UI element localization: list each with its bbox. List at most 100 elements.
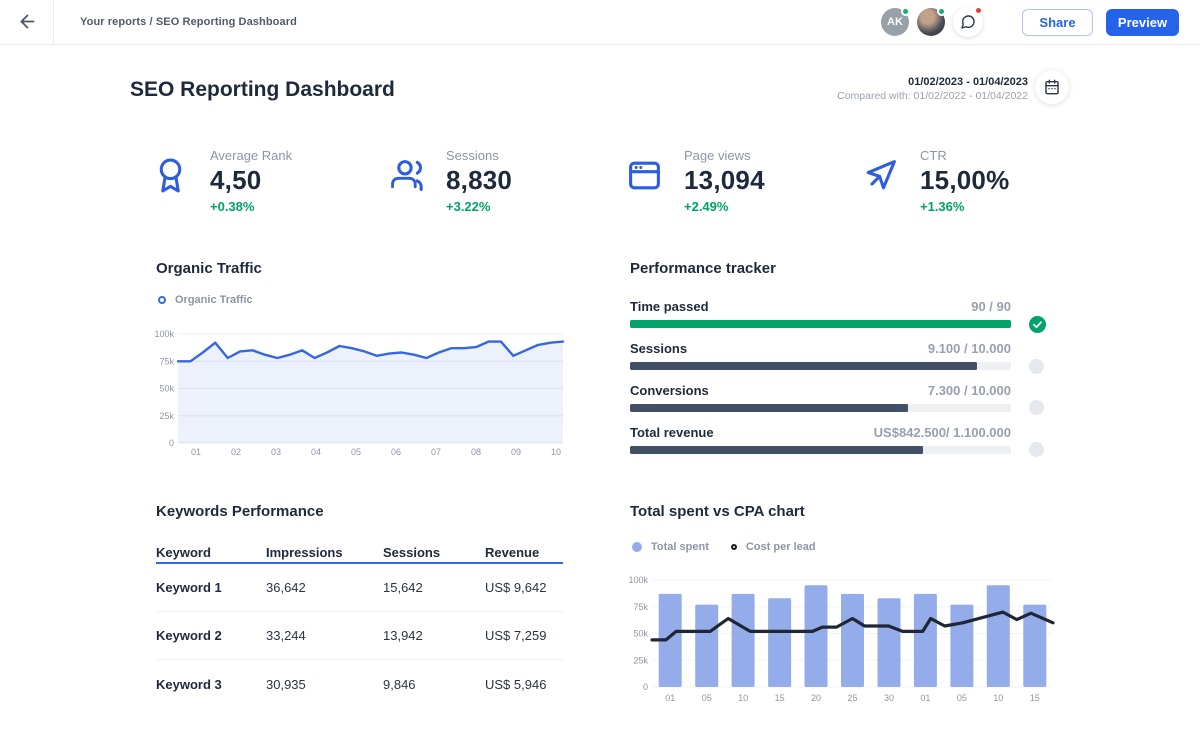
- cell-sessions: 9,846: [383, 677, 485, 692]
- tracker-row: Total revenue US$842.500/ 1.100.000: [630, 425, 1011, 461]
- svg-text:0: 0: [169, 438, 174, 448]
- preview-button[interactable]: Preview: [1106, 9, 1179, 36]
- cursor-icon: [862, 157, 899, 214]
- status-pending-icon: [1029, 358, 1046, 375]
- progress-track: [630, 320, 1011, 328]
- kpi-label: Page views: [684, 148, 765, 163]
- svg-text:02: 02: [231, 447, 241, 457]
- date-compared-with: Compared with: 01/02/2022 - 01/04/2022: [837, 90, 1028, 102]
- calendar-button[interactable]: [1035, 70, 1069, 104]
- kpi-label: CTR: [920, 148, 1009, 163]
- avatar-ak[interactable]: AK: [881, 8, 909, 36]
- page-title: SEO Reporting Dashboard: [130, 78, 395, 102]
- section-title: Keywords Performance: [156, 503, 324, 520]
- column-header[interactable]: Sessions: [383, 545, 485, 560]
- progress-fill: [630, 446, 923, 454]
- svg-text:01: 01: [920, 693, 930, 703]
- kpi-page-views: Page views 13,094 +2.49%: [626, 148, 765, 214]
- tracker-row: Time passed 90 / 90: [630, 299, 1011, 335]
- tracker-row: Conversions 7.300 / 10.000: [630, 383, 1011, 419]
- kpi-delta: +0.38%: [210, 199, 292, 214]
- comments-button[interactable]: [953, 7, 983, 37]
- legend-label: Cost per lead: [746, 541, 816, 553]
- total-spent-vs-cpa-section: Total spent vs CPA chart Total spent Cos…: [630, 497, 1062, 747]
- topbar: Your reports / SEO Reporting Dashboard A…: [0, 0, 1200, 45]
- tracker-label: Time passed: [630, 299, 709, 314]
- svg-text:25k: 25k: [159, 411, 174, 421]
- keywords-table: Keyword Impressions Sessions Revenue Key…: [156, 545, 563, 708]
- svg-text:25k: 25k: [633, 655, 648, 665]
- topbar-divider: [53, 0, 54, 44]
- share-button[interactable]: Share: [1022, 9, 1093, 36]
- svg-text:50k: 50k: [159, 384, 174, 394]
- cell-revenue: US$ 7,259: [485, 628, 563, 643]
- cell-keyword: Keyword 1: [156, 580, 266, 595]
- users-icon: [388, 157, 425, 214]
- organic-traffic-chart: 025k50k75k100k01020304050607080910: [152, 319, 572, 461]
- cell-keyword: Keyword 2: [156, 628, 266, 643]
- performance-tracker-section: Performance tracker Time passed 90 / 90 …: [630, 255, 1011, 495]
- organic-traffic-section: Organic Traffic Organic Traffic 025k50k7…: [156, 255, 568, 495]
- svg-text:10: 10: [738, 693, 748, 703]
- tracker-label: Sessions: [630, 341, 687, 356]
- tracker-value: 7.300 / 10.000: [928, 383, 1011, 398]
- cell-impressions: 33,244: [266, 628, 383, 643]
- cell-impressions: 30,935: [266, 677, 383, 692]
- section-title: Total spent vs CPA chart: [630, 503, 805, 520]
- dashboard: SEO Reporting Dashboard 01/02/2023 - 01/…: [0, 45, 1200, 752]
- progress-track: [630, 446, 1011, 454]
- table-body: Keyword 1 36,642 15,642 US$ 9,642 Keywor…: [156, 564, 563, 708]
- legend-ring-icon: [731, 544, 737, 550]
- column-header[interactable]: Keyword: [156, 545, 266, 560]
- chat-bubble-icon: [960, 14, 976, 30]
- table-row: Keyword 1 36,642 15,642 US$ 9,642: [156, 564, 563, 612]
- kpi-delta: +2.49%: [684, 199, 765, 214]
- calendar-icon: [1044, 79, 1060, 95]
- tracker-value: 9.100 / 10.000: [928, 341, 1011, 356]
- kpi-label: Sessions: [446, 148, 512, 163]
- svg-text:07: 07: [431, 447, 441, 457]
- section-title: Performance tracker: [630, 260, 776, 277]
- status-pending-icon: [1029, 399, 1046, 416]
- svg-text:09: 09: [511, 447, 521, 457]
- kpi-delta: +3.22%: [446, 199, 512, 214]
- cell-impressions: 36,642: [266, 580, 383, 595]
- kpi-label: Average Rank: [210, 148, 292, 163]
- cpa-legend: Total spent Cost per lead: [632, 541, 816, 553]
- keywords-performance-section: Keywords Performance Keyword Impressions…: [156, 497, 563, 747]
- breadcrumb[interactable]: Your reports / SEO Reporting Dashboard: [80, 0, 297, 44]
- avatar-photo[interactable]: [917, 8, 945, 36]
- legend-total-spent: Total spent: [632, 541, 709, 553]
- svg-text:100k: 100k: [628, 575, 648, 585]
- online-dot: [937, 7, 946, 16]
- legend-ring-icon: [158, 296, 166, 304]
- legend-label: Organic Traffic: [175, 294, 253, 306]
- svg-text:0: 0: [643, 682, 648, 692]
- svg-text:75k: 75k: [633, 602, 648, 612]
- svg-text:50k: 50k: [633, 629, 648, 639]
- tracker-value: 90 / 90: [971, 299, 1011, 314]
- column-header[interactable]: Revenue: [485, 545, 563, 560]
- svg-text:75k: 75k: [159, 356, 174, 366]
- status-check-icon: [1029, 316, 1046, 333]
- app: Your reports / SEO Reporting Dashboard A…: [0, 0, 1200, 752]
- legend-dot-icon: [632, 542, 642, 552]
- svg-text:10: 10: [551, 447, 561, 457]
- column-header[interactable]: Impressions: [266, 545, 383, 560]
- status-pending-icon: [1029, 441, 1046, 458]
- cell-revenue: US$ 5,946: [485, 677, 563, 692]
- svg-text:04: 04: [311, 447, 321, 457]
- back-button[interactable]: [12, 8, 42, 38]
- kpi-ctr: CTR 15,00% +1.36%: [862, 148, 1009, 214]
- legend-label: Total spent: [651, 541, 709, 553]
- table-row: Keyword 2 33,244 13,942 US$ 7,259: [156, 612, 563, 660]
- svg-text:03: 03: [271, 447, 281, 457]
- cell-sessions: 13,942: [383, 628, 485, 643]
- tracker-value: US$842.500/ 1.100.000: [874, 425, 1011, 440]
- svg-text:20: 20: [811, 693, 821, 703]
- svg-text:05: 05: [702, 693, 712, 703]
- progress-fill: [630, 362, 977, 370]
- svg-text:30: 30: [884, 693, 894, 703]
- kpi-sessions: Sessions 8,830 +3.22%: [388, 148, 512, 214]
- svg-text:10: 10: [993, 693, 1003, 703]
